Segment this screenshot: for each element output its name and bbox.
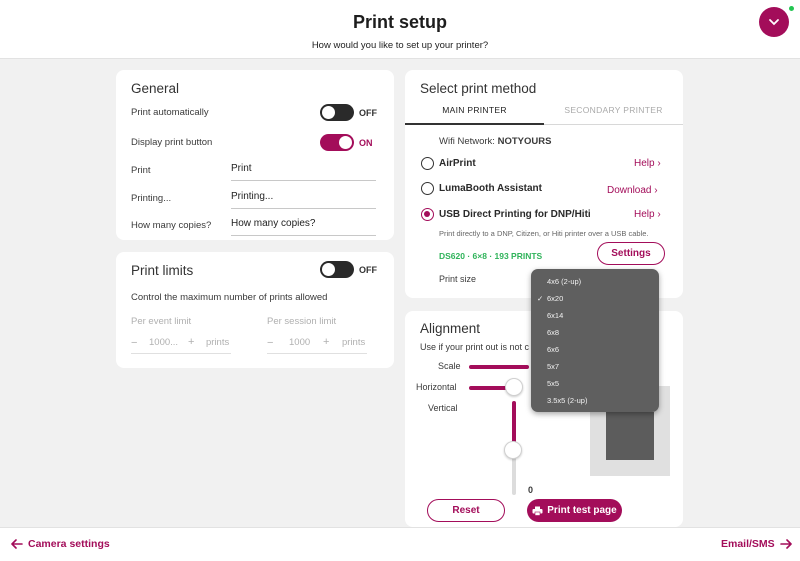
printer-settings-button[interactable]: Settings [597, 242, 665, 265]
print-size-option[interactable]: 3.5x5 (2-up) [531, 392, 659, 409]
print-size-option[interactable]: 4x6 (2-up) [531, 273, 659, 290]
airprint-help-link[interactable]: Help › [634, 158, 661, 169]
radio-airprint[interactable] [421, 157, 434, 170]
vertical-value: 0 [528, 485, 534, 495]
scale-label: Scale [438, 361, 461, 371]
chevron-right-icon: › [657, 158, 661, 169]
chevron-down-icon [769, 19, 779, 26]
wifi-network-name: NOTYOURS [497, 136, 552, 147]
print-automatically-label: Print automatically [131, 107, 209, 118]
radio-lumabooth-assistant[interactable] [421, 182, 434, 195]
page-subtitle: How would you like to set up your printe… [311, 40, 489, 51]
print-limits-state: OFF [359, 265, 377, 275]
print-size-label: Print size [439, 274, 477, 284]
horizontal-slider-thumb[interactable] [505, 378, 523, 396]
online-status-dot [789, 6, 794, 11]
vertical-slider-thumb[interactable] [504, 441, 522, 459]
print-method-title: Select print method [420, 81, 537, 96]
print-size-option[interactable]: 6x6 [531, 341, 659, 358]
chevron-right-icon: › [654, 185, 658, 196]
print-size-option[interactable]: 6x14 [531, 307, 659, 324]
per-session-underline [267, 353, 367, 354]
vertical-label: Vertical [428, 403, 458, 413]
per-session-unit: prints [342, 337, 366, 348]
per-event-underline [131, 353, 231, 354]
footer-bar: Camera settings Email/SMS [0, 527, 800, 561]
print-preview-image [606, 412, 654, 460]
per-session-limit-value[interactable]: 1000 [289, 337, 310, 348]
printer-status: DS620 · 6×8 · 193 PRINTS [439, 251, 543, 261]
per-event-decrement-button[interactable]: − [131, 337, 137, 349]
print-field-label: Print [131, 165, 151, 176]
active-tab-indicator [405, 123, 544, 125]
arrow-left-icon [11, 539, 23, 549]
horizontal-label: Horizontal [416, 382, 457, 392]
camera-settings-back-link[interactable]: Camera settings [11, 538, 110, 550]
tab-main-printer[interactable]: MAIN PRINTER [405, 105, 544, 115]
printer-icon [532, 506, 543, 516]
per-event-limit-label: Per event limit [131, 316, 192, 327]
chevron-right-icon: › [657, 209, 661, 220]
print-limits-description: Control the maximum number of prints all… [131, 292, 328, 303]
header-bar: Print setup How would you like to set up… [0, 0, 800, 59]
print-limits-toggle[interactable] [320, 261, 354, 278]
printing-text-input[interactable]: Printing... [231, 191, 376, 209]
per-event-unit: prints [206, 337, 230, 348]
display-print-button-label: Display print button [131, 137, 213, 148]
per-session-decrement-button[interactable]: − [267, 337, 273, 349]
per-session-limit-label: Per session limit [267, 316, 337, 327]
print-method-card: Select print method MAIN PRINTER SECONDA… [405, 70, 683, 298]
per-event-increment-button[interactable]: + [188, 336, 194, 348]
per-session-increment-button[interactable]: + [323, 336, 329, 348]
copies-text-input[interactable]: How many copies? [231, 218, 376, 236]
page-title: Print setup [352, 12, 447, 32]
usb-direct-label: USB Direct Printing for DNP/Hiti [439, 209, 591, 220]
lumabooth-assistant-label: LumaBooth Assistant [439, 183, 542, 194]
usb-direct-description: Print directly to a DNP, Citizen, or Hit… [439, 229, 649, 238]
print-automatically-state: OFF [359, 108, 377, 118]
alignment-title: Alignment [420, 321, 481, 336]
print-limits-title: Print limits [131, 263, 194, 278]
per-event-limit-value[interactable]: 1000... [149, 337, 178, 348]
print-size-option-selected[interactable]: 6x20 [531, 290, 659, 307]
printing-field-label: Printing... [131, 193, 172, 204]
account-menu-button[interactable] [759, 7, 789, 37]
copies-field-label: How many copies? [131, 220, 212, 231]
print-text-input[interactable]: Print [231, 163, 376, 181]
vertical-slider-filled[interactable] [512, 401, 516, 443]
tab-secondary-printer[interactable]: SECONDARY PRINTER [544, 105, 683, 115]
reset-button[interactable]: Reset [427, 499, 505, 522]
scale-slider[interactable] [469, 365, 529, 369]
wifi-label: Wifi Network: NOTYOURS [439, 136, 552, 147]
print-size-option[interactable]: 6x8 [531, 324, 659, 341]
general-card: General Print automatically OFF Display … [116, 70, 394, 240]
general-title: General [131, 81, 180, 96]
display-print-button-toggle[interactable] [320, 134, 354, 151]
print-automatically-toggle[interactable] [320, 104, 354, 121]
print-limits-card: Print limits OFF Control the maximum num… [116, 252, 394, 368]
email-sms-next-link[interactable]: Email/SMS [721, 538, 792, 550]
print-size-option[interactable]: 5x7 [531, 358, 659, 375]
airprint-label: AirPrint [439, 158, 476, 169]
alignment-description: Use if your print out is not c [420, 342, 530, 352]
print-size-option[interactable]: 5x5 [531, 375, 659, 392]
usb-direct-help-link[interactable]: Help › [634, 209, 661, 220]
display-print-button-state: ON [359, 138, 373, 148]
lumabooth-download-link[interactable]: Download › [607, 185, 658, 196]
arrow-right-icon [779, 539, 792, 549]
radio-usb-direct[interactable] [421, 208, 434, 221]
print-test-page-button[interactable]: Print test page [527, 499, 622, 522]
print-size-dropdown[interactable]: 4x6 (2-up) 6x20 6x14 6x8 6x6 5x7 5x5 3.5… [531, 269, 659, 412]
